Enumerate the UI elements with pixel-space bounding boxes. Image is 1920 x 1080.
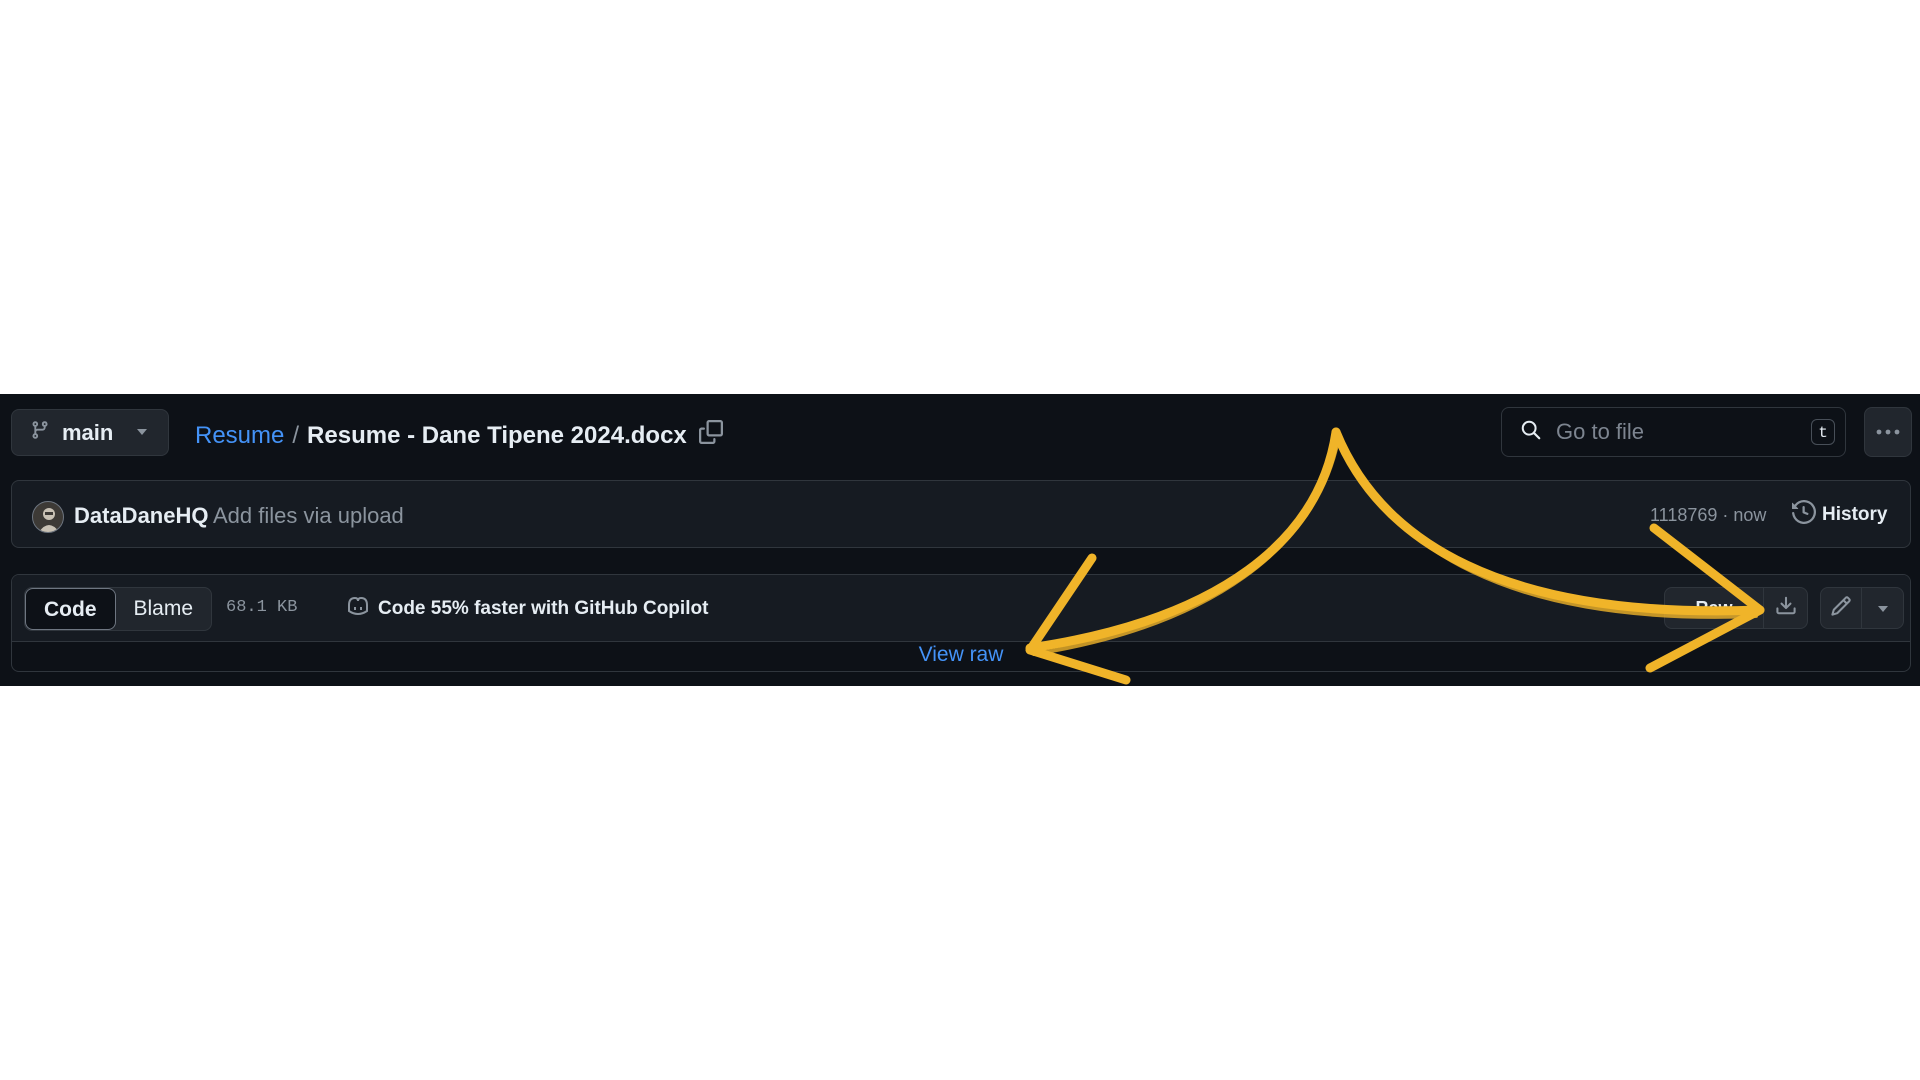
file-viewer: Code Blame 68.1 KB Code 55% faster with … [11,574,1911,672]
commit-author[interactable]: DataDaneHQ [74,503,208,529]
edit-options-dropdown[interactable] [1862,587,1904,629]
more-options-button[interactable] [1864,407,1912,457]
branch-selector-button[interactable]: main [11,409,169,456]
triangle-down-icon [1876,598,1890,619]
search-icon [1520,419,1542,446]
file-size: 68.1 KB [226,598,298,617]
view-raw-link: View raw [12,643,1910,667]
latest-commit-bar: DataDaneHQ Add files via upload 1118769 … [11,480,1911,548]
tab-code[interactable]: Code [25,588,116,630]
avatar[interactable] [32,501,64,533]
breadcrumb: Resume / Resume - Dane Tipene 2024.docx [195,420,723,451]
download-icon [1775,595,1797,622]
tab-blame[interactable]: Blame [116,588,212,630]
raw-label: Raw [1695,597,1733,618]
git-branch-icon [30,419,50,446]
file-actions: Raw [1664,587,1904,629]
copilot-icon [346,595,370,623]
commit-message[interactable]: Add files via upload [213,503,404,529]
history-icon [1792,499,1817,530]
view-mode-toggle: Code Blame [24,587,213,631]
breadcrumb-file-name: Resume - Dane Tipene 2024.docx [307,421,687,449]
keyboard-shortcut-hint: t [1811,419,1835,445]
commit-sha-time[interactable]: 1118769 · now [1650,505,1766,526]
file-view-header: main Resume / Resume - Dane Tipene 2024.… [0,394,1920,686]
breadcrumb-repo-link[interactable]: Resume [195,422,284,450]
search-placeholder: Go to file [1556,419,1645,444]
view-raw-text[interactable]: View raw [919,643,1004,666]
breadcrumb-separator: / [292,421,300,449]
kebab-horizontal-icon [1875,423,1901,441]
history-label: History [1822,504,1888,525]
copilot-promo-text: Code 55% faster with GitHub Copilot [378,598,709,619]
copy-icon[interactable] [698,420,723,451]
file-toolbar: Code Blame 68.1 KB Code 55% faster with … [12,575,1910,642]
triangle-down-icon [135,424,149,442]
copilot-promo[interactable]: Code 55% faster with GitHub Copilot [346,595,708,623]
pencil-icon [1830,595,1852,622]
history-button[interactable]: History [1792,499,1888,530]
branch-name: main [62,419,114,445]
download-button[interactable] [1764,587,1808,629]
go-to-file-input[interactable]: Go to file t [1501,407,1846,457]
edit-file-button[interactable] [1820,587,1862,629]
raw-button[interactable]: Raw [1664,587,1764,629]
